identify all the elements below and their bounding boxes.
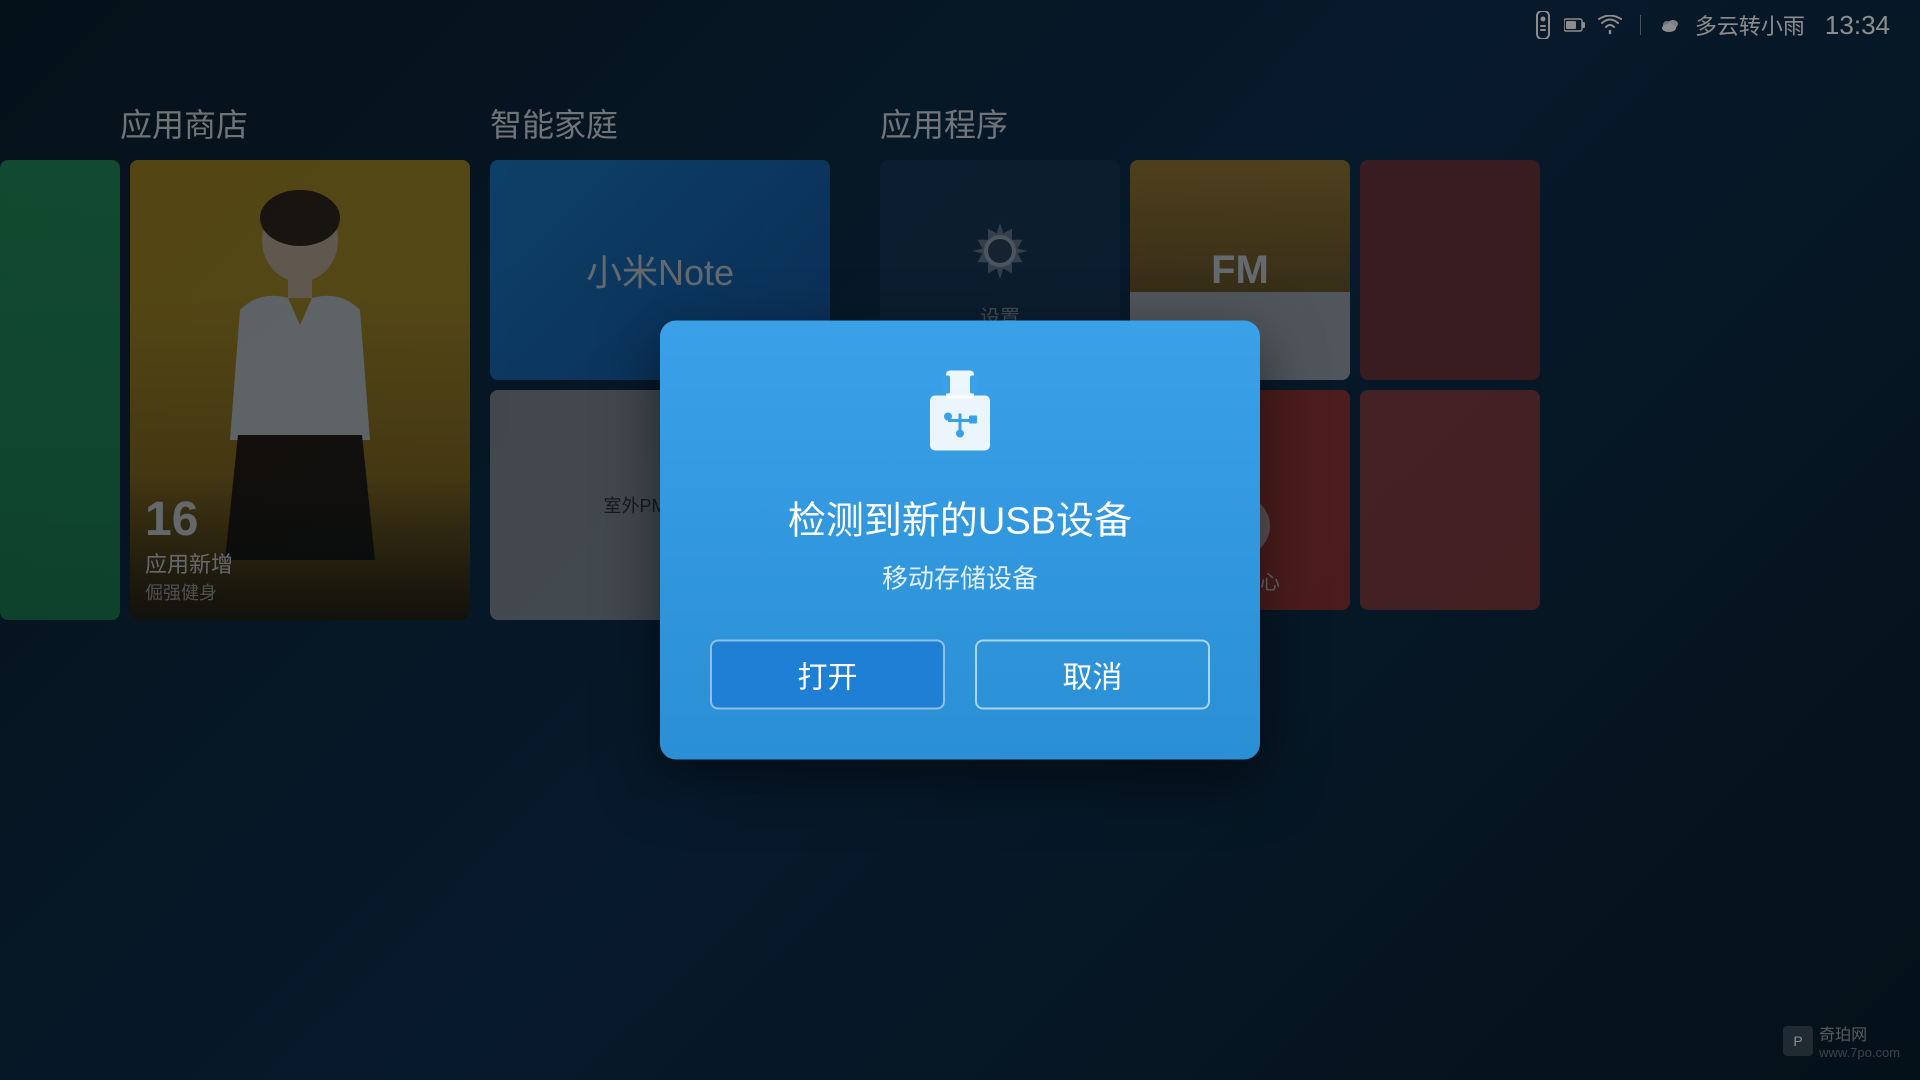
cancel-button[interactable]: 取消 [975, 640, 1210, 710]
usb-dialog: 检测到新的USB设备 移动存储设备 打开 取消 [660, 321, 1260, 760]
open-button[interactable]: 打开 [710, 640, 945, 710]
usb-icon [920, 371, 1000, 461]
dialog-buttons: 打开 取消 [710, 640, 1210, 710]
dialog-title: 检测到新的USB设备 [788, 490, 1132, 545]
usb-icon-wrapper [920, 371, 1000, 466]
dialog-subtitle: 移动存储设备 [882, 559, 1038, 596]
